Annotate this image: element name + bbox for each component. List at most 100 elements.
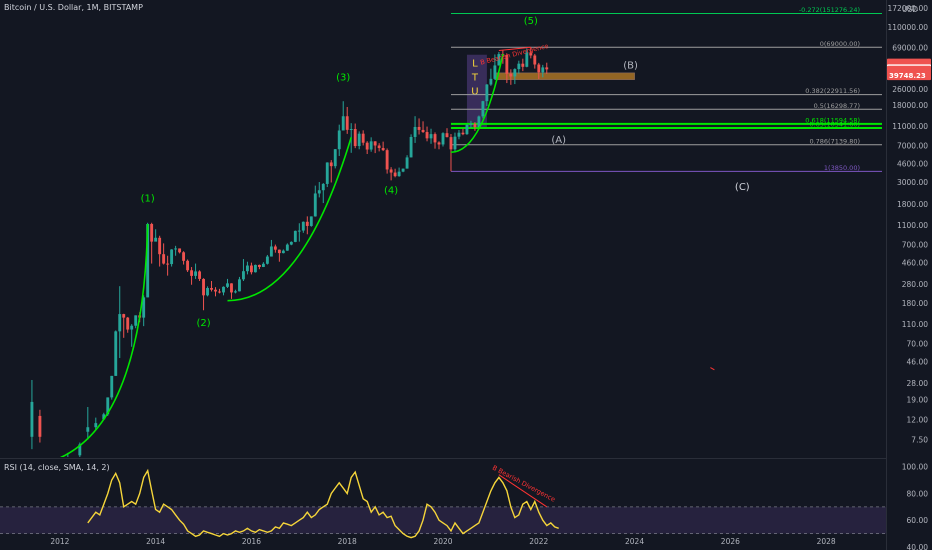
candle-body [441,133,445,145]
candle-body [249,265,253,273]
candle-body [206,287,209,296]
wave-label: (2) [196,318,210,329]
wave-label: (3) [336,72,350,83]
y-tick-label: 700.00 [902,241,928,250]
candle-body [281,250,285,254]
candle-body [405,157,409,169]
candle-body [257,264,261,267]
candle-body [513,69,517,77]
candle-body [242,271,245,280]
candle-body [293,230,297,242]
candle-body [373,141,377,146]
y-tick-label: 180.00 [902,299,928,308]
candle-body [273,246,277,250]
candle-body [377,145,381,149]
candle-body [238,279,241,292]
rsi-tick-label: 100.00 [902,463,928,472]
x-tick-label: 2022 [529,537,548,546]
wave-label: (A) [551,135,566,146]
candle-body [226,283,229,287]
candle-body [453,136,457,150]
candle-body [246,265,249,272]
candle-body [341,116,345,131]
rsi-tick-label: 80.00 [907,489,929,498]
candle-body [130,325,134,330]
candle-body [461,132,465,135]
candle-body [473,123,477,128]
candle-body [345,116,349,130]
candle-body [277,249,281,254]
candle-body [365,142,369,150]
candle-body [30,401,34,437]
y-tick-label: 110.00 [902,320,928,329]
ltu-letter: T [471,73,479,84]
candle-body [214,289,217,292]
wave-label: (5) [524,16,538,27]
x-tick-label: 2016 [242,537,261,546]
candle-body [222,286,225,293]
candle-body [230,283,233,293]
x-tick-label: 2026 [721,537,740,546]
marker-dash [710,367,715,371]
candle-body [94,423,98,428]
candle-body [381,148,385,151]
y-tick-label: 280.00 [902,280,928,289]
y-tick-label: 11000.00 [892,122,928,131]
ltu-letter: U [471,87,478,98]
candle-body [122,314,126,318]
candle-body [389,169,393,173]
candle-body [325,162,329,184]
fib-label: 0.786(7139.80) [809,137,860,145]
trend-arc [227,137,352,302]
y-tick-label: 1100.00 [897,221,928,230]
x-tick-label: 2012 [50,537,69,546]
candle-body [54,460,57,479]
candle-body [537,64,541,73]
candle-body [309,216,313,226]
candle-body [509,73,513,77]
fib-label: -0.272(151276.24) [799,6,860,14]
candle-body [150,224,154,242]
price-chart[interactable]: LTU -0.272(151276.24) 0(69000.00) 0.382(229… [0,0,932,550]
fib-label: 0(69000.00) [820,40,860,48]
candle-body [114,331,118,376]
candle-body [261,263,265,267]
y-tick-label: 3000.00 [897,178,928,187]
candle-body [425,132,429,139]
candle-body [429,134,433,139]
wave-label: (1) [141,194,155,205]
candle-body [301,221,305,231]
x-tick-label: 2028 [817,537,836,546]
candle-body [182,252,186,261]
wave-label: (B) [623,61,638,72]
candle-body [337,130,341,150]
y-tick-label: 69000.00 [892,43,928,52]
x-tick-label: 2014 [146,537,165,546]
candle-body [545,67,549,70]
candle-body [401,168,405,172]
candle-body [178,248,182,253]
y-tick-label: 172000.00 [887,4,928,13]
candle-body [202,278,205,296]
y-tick-label: 4600.00 [897,160,928,169]
candle-body [285,244,289,251]
y-tick-label: 18000.00 [892,101,928,110]
candle-body [218,291,221,293]
x-tick-label: 2020 [433,537,452,546]
x-tick-label: 2024 [625,537,644,546]
candle-body [541,67,545,73]
candle-body [493,65,497,79]
candle-body [158,237,162,255]
candle-body [521,63,525,67]
y-tick-label: 26000.00 [892,85,928,94]
candle-body [126,317,130,330]
y-tick-label: 19.00 [907,396,929,405]
candle-body [481,101,485,117]
candle-body [269,246,273,257]
candle-body [162,254,166,264]
candle-body [469,123,473,125]
candle-body [297,230,301,232]
candle-body [86,427,90,432]
fib-label: 0.5(16298.77) [814,102,860,110]
candle-body [289,241,293,245]
